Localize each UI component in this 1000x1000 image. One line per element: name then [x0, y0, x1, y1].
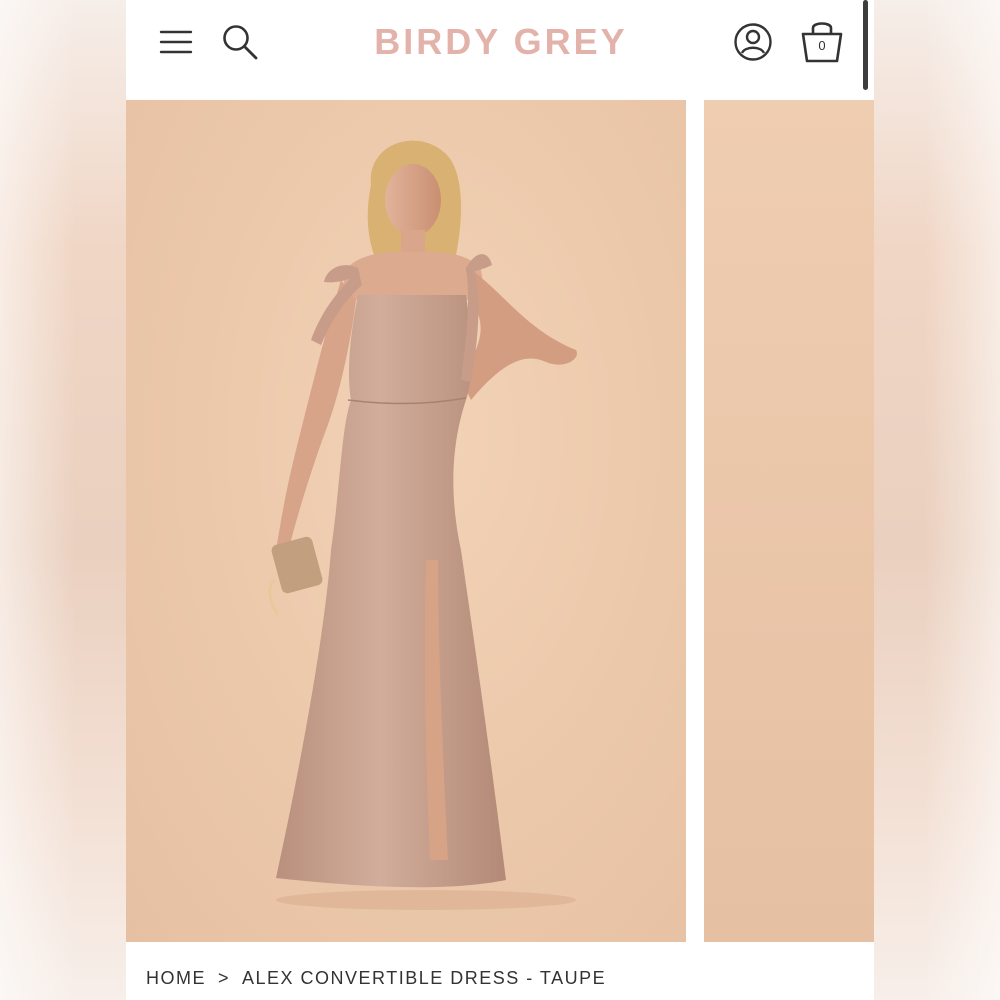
account-icon — [734, 23, 772, 61]
breadcrumb: HOME > ALEX CONVERTIBLE DRESS - TAUPE — [146, 968, 606, 998]
search-icon — [223, 25, 258, 60]
cart-button[interactable]: 0 — [798, 16, 846, 66]
scrollbar[interactable] — [863, 0, 868, 90]
model-photo — [268, 140, 577, 910]
mobile-screen: BIRDY GREY 0 HOME > ALEX CONVERTIBLE DRE… — [126, 0, 874, 1000]
breadcrumb-home-link[interactable]: HOME — [146, 968, 206, 988]
product-image-main[interactable] — [126, 100, 686, 942]
blurred-frame-left — [0, 0, 126, 1000]
hamburger-menu-icon — [159, 30, 193, 54]
search-button[interactable] — [220, 22, 260, 62]
blurred-frame-right — [874, 0, 1000, 1000]
product-image-gallery[interactable] — [126, 100, 874, 942]
product-image-next[interactable] — [704, 100, 874, 942]
account-button[interactable] — [731, 20, 775, 64]
site-header: BIRDY GREY 0 — [126, 0, 874, 100]
cart-count-badge: 0 — [818, 38, 826, 53]
breadcrumb-current: ALEX CONVERTIBLE DRESS - TAUPE — [242, 968, 607, 988]
breadcrumb-separator: > — [218, 968, 231, 988]
menu-button[interactable] — [156, 24, 196, 60]
brand-logo[interactable]: BIRDY GREY — [326, 20, 676, 64]
